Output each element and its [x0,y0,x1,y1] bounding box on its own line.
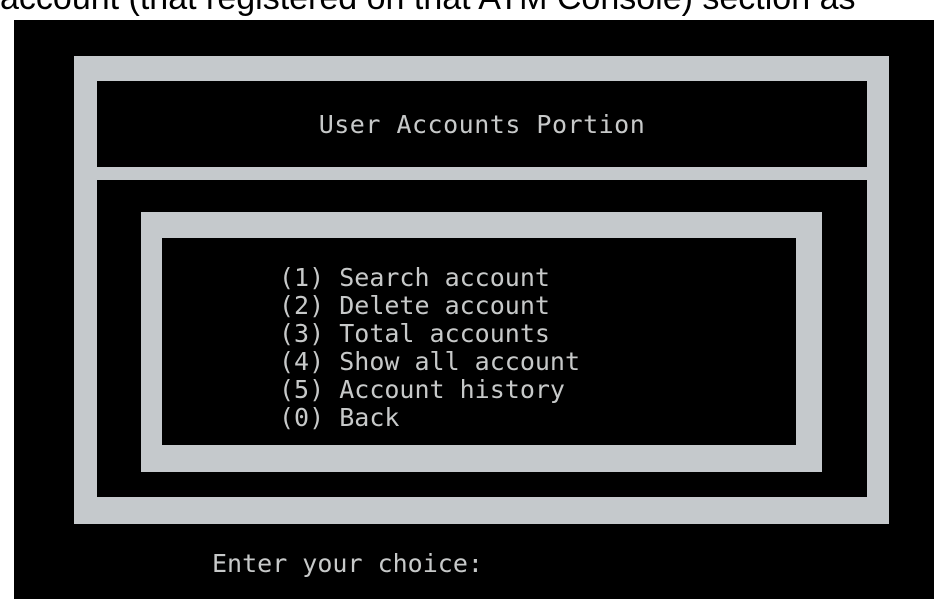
menu-item-key: (1) [279,263,325,292]
outer-frame: User Accounts Portion (1) Search account… [74,56,889,524]
caption-text: account (that registered on that ATM Con… [0,0,941,18]
inner-frame: (1) Search account (2) Delete account (3… [141,212,822,472]
page-title: User Accounts Portion [318,109,646,139]
menu-item-key: (0) [279,403,325,432]
menu-item-key: (2) [279,291,325,320]
menu-item-back: (0) Back [279,404,580,432]
menu-item-label: Total accounts [339,319,550,348]
console-window[interactable]: User Accounts Portion (1) Search account… [14,20,934,599]
menu-item-label: Search account [339,263,550,292]
menu-item-search-account: (1) Search account [279,264,580,292]
menu-item-label: Account history [339,375,565,404]
menu-item-label: Back [339,403,400,432]
page: account (that registered on that ATM Con… [0,0,941,599]
menu-panel: (1) Search account (2) Delete account (3… [162,238,796,445]
title-panel: User Accounts Portion [97,81,867,167]
menu-item-label: Delete account [339,291,550,320]
menu-item-key: (4) [279,347,325,376]
body-panel: (1) Search account (2) Delete account (3… [97,180,867,497]
menu-item-label: Show all account [339,347,581,376]
menu-item-total-accounts: (3) Total accounts [279,320,580,348]
menu-item-key: (3) [279,319,325,348]
menu-item-key: (5) [279,375,325,404]
choice-prompt: Enter your choice: [212,549,483,578]
menu-item-delete-account: (2) Delete account [279,292,580,320]
menu-list: (1) Search account (2) Delete account (3… [279,264,580,432]
choice-input[interactable] [620,549,820,579]
menu-item-account-history: (5) Account history [279,376,580,404]
menu-item-show-all-account: (4) Show all account [279,348,580,376]
